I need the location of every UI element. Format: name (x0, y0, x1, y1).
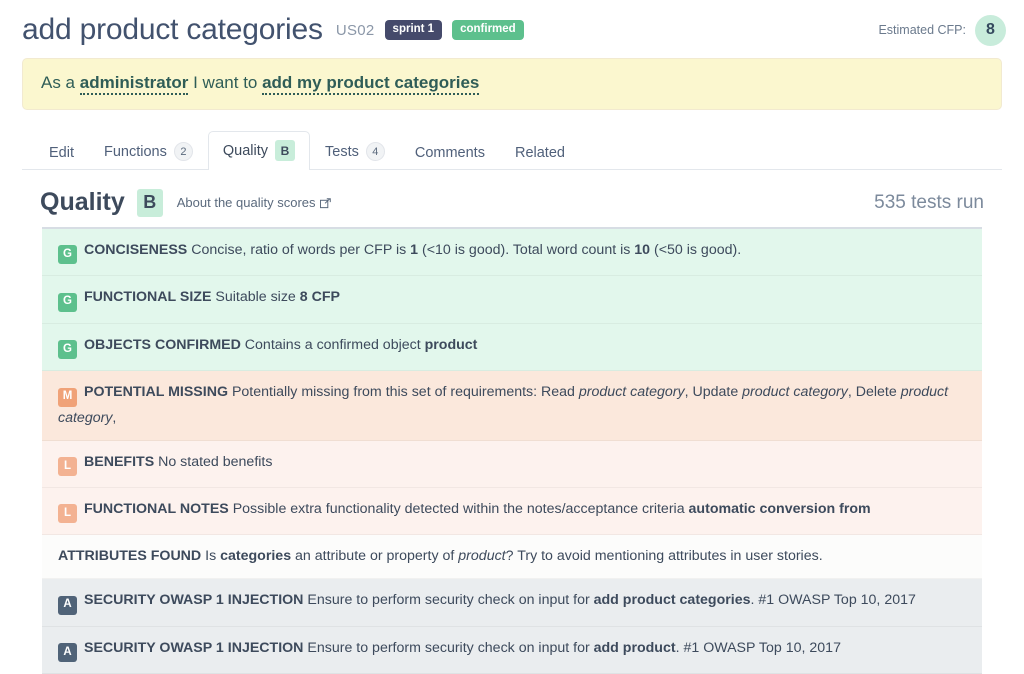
result-rule-title: FUNCTIONAL NOTES (84, 501, 229, 518)
severity-badge-g: G (58, 292, 77, 312)
status-chip[interactable]: confirmed (452, 20, 524, 40)
result-text-segment: (<10 is good). Total word count is (418, 242, 635, 258)
result-rule-title: OBJECTS CONFIRMED (84, 336, 241, 353)
tab-label: Related (514, 145, 565, 161)
result-text-segment: 1 (410, 242, 419, 258)
tab-related[interactable]: Related (500, 136, 580, 170)
tab-functions[interactable]: Functions 2 (89, 133, 208, 170)
severity-badge-g: G (58, 245, 77, 265)
severity-badge-l: L (58, 504, 77, 524)
result-text-segment: product category (578, 384, 685, 401)
result-text-segment: . #1 OWASP Top 10, 2017 (675, 639, 841, 656)
tab-label: Functions (104, 143, 167, 160)
story-reference-id: US02 (335, 21, 375, 39)
page-header: add product categories US02 sprint 1 con… (0, 0, 1024, 56)
result-text-segment: 8 CFP (299, 289, 340, 306)
result-text-segment: Concise, ratio of words per CFP is (187, 242, 411, 258)
quality-result-row: G FUNCTIONAL SIZE Suitable size 8 CFP (42, 276, 982, 324)
sprint-chip[interactable]: sprint 1 (384, 20, 443, 40)
result-text-segment: 10 (634, 242, 651, 258)
result-text-segment: , (112, 409, 117, 426)
quality-result-row: M POTENTIAL MISSING Potentially missing f… (42, 371, 982, 441)
story-goal: add my product categories (262, 73, 480, 95)
result-text-segment: No stated benefits (154, 453, 273, 470)
tab-quality[interactable]: Quality B (207, 131, 311, 170)
tab-comments[interactable]: Comments (400, 136, 500, 170)
about-quality-scores-link[interactable]: About the quality scores (177, 195, 331, 210)
tab-bar: Edit Functions 2 Quality B Tests 4 Comments Rela… (22, 131, 1002, 170)
external-link-icon (319, 197, 331, 209)
quality-result-row: L FUNCTIONAL NOTES Possible extra functio… (42, 488, 982, 536)
story-role: administrator (79, 73, 189, 95)
tab-count-badge: 2 (173, 142, 193, 161)
user-story-banner: As a administrator I want to add my prod… (22, 58, 1002, 110)
tab-grade-badge: B (275, 140, 296, 161)
result-text-segment: Suitable size (211, 289, 300, 306)
tab-tests[interactable]: Tests 4 (310, 133, 400, 170)
result-text-segment: add product categories (593, 592, 751, 609)
result-rule-title: CONCISENESS (84, 242, 188, 258)
header-right-group: Estimated CFP: 8 (878, 14, 1006, 46)
result-text-segment: Ensure to perform security check on inpu… (303, 592, 594, 609)
result-text-segment: Contains a confirmed object (240, 336, 425, 353)
quality-result-row: A SECURITY OWASP 1 INJECTION Ensure to pe… (42, 626, 982, 674)
result-text-segment: , Delete (847, 384, 901, 401)
tab-label: Quality (222, 142, 269, 159)
quality-result-row: G OBJECTS CONFIRMED Contains a confirmed … (42, 323, 982, 372)
result-text-segment: Possible extra functionality detected wi… (228, 501, 689, 518)
story-prefix: As a (41, 73, 80, 92)
estimated-cfp-value: 8 (975, 14, 1006, 46)
result-rule-title: SECURITY OWASP 1 INJECTION (84, 639, 304, 656)
result-rule-title: SECURITY OWASP 1 INJECTION (84, 592, 304, 609)
estimated-cfp-label: Estimated CFP: (878, 23, 966, 37)
result-rule-title: POTENTIAL MISSING (84, 384, 228, 401)
severity-badge-l: L (58, 457, 77, 477)
tab-label: Comments (414, 145, 485, 161)
quality-result-row: A SECURITY OWASP 1 INJECTION Ensure to pe… (42, 579, 982, 627)
quality-grade-badge: B (136, 188, 163, 217)
result-text-segment: (<50 is good). (650, 242, 742, 258)
severity-badge-a: A (58, 595, 77, 615)
result-text-segment: product (458, 548, 506, 565)
result-rule-title: BENEFITS (84, 453, 155, 470)
story-middle: I want to (188, 73, 263, 92)
severity-badge-m: M (58, 387, 77, 407)
result-text-segment: , Update (684, 384, 743, 401)
tab-label: Edit (49, 145, 74, 161)
result-text-segment: ? Try to avoid mentioning attributes in … (505, 548, 823, 565)
result-text-segment: Ensure to perform security check on inpu… (303, 639, 594, 656)
tests-run-count: 535 tests run (874, 191, 984, 213)
result-text-segment: an attribute or property of (291, 548, 459, 565)
result-rule-title: FUNCTIONAL SIZE (84, 289, 212, 306)
quality-heading: Quality (40, 188, 125, 216)
result-rule-title: ATTRIBUTES FOUND (58, 548, 202, 565)
quality-result-row: G CONCISENESS Concise, ratio of words per… (42, 229, 982, 277)
result-text-segment: add product (593, 639, 676, 656)
about-quality-scores-label: About the quality scores (176, 195, 316, 210)
result-text-segment: . #1 OWASP Top 10, 2017 (750, 592, 916, 609)
tab-label: Tests (325, 143, 359, 160)
quality-section-header: Quality B About the quality scores 535 t… (22, 188, 1002, 217)
result-text-segment: Potentially missing from this set of req… (228, 384, 579, 401)
quality-results-list: G CONCISENESS Concise, ratio of words per… (42, 227, 982, 674)
page-title: add product categories (22, 13, 323, 46)
result-text-segment: product (424, 336, 478, 353)
quality-result-row: ATTRIBUTES FOUND Is categories an attrib… (42, 535, 982, 580)
severity-badge-a: A (58, 643, 77, 663)
result-text-segment: categories (220, 548, 292, 565)
quality-result-row: L BENEFITS No stated benefits (42, 440, 982, 489)
tab-count-badge: 4 (365, 142, 385, 161)
result-text-segment: automatic conversion from (688, 501, 871, 518)
tab-edit[interactable]: Edit (34, 136, 89, 170)
result-text-segment: Is (201, 548, 221, 565)
severity-badge-g: G (58, 340, 77, 360)
result-text-segment: product category (742, 384, 848, 401)
